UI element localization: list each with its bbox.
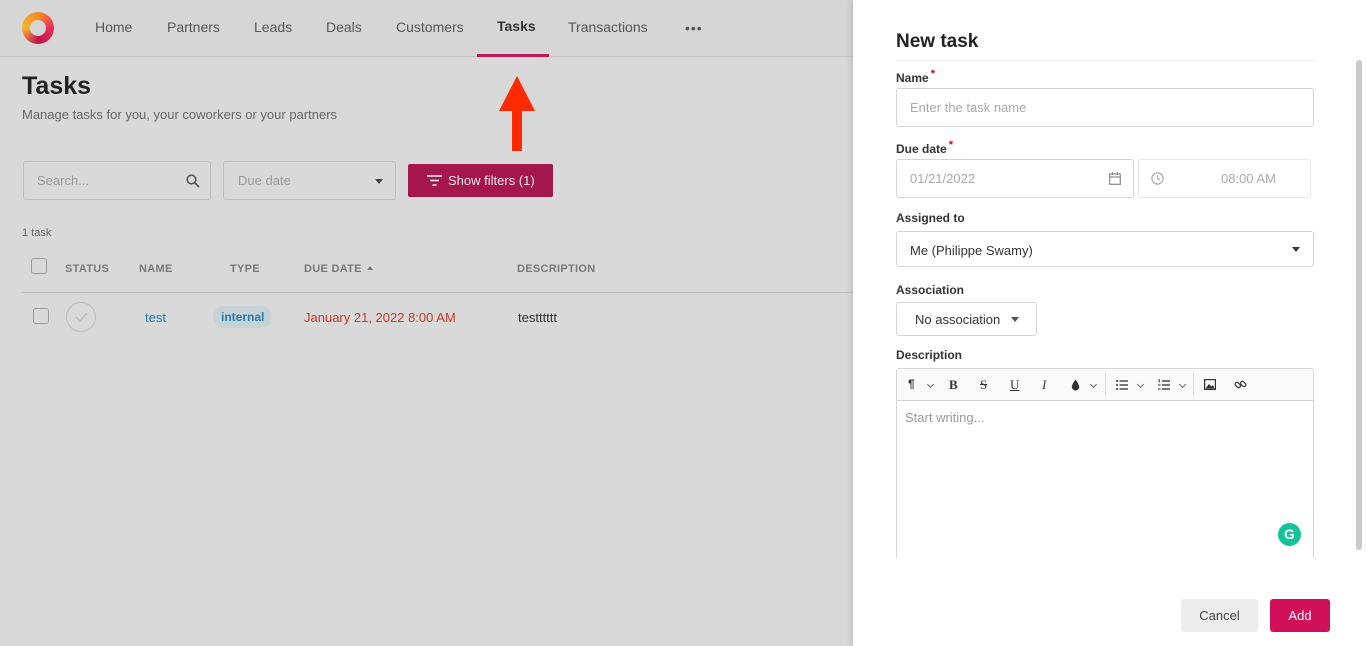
show-filters-label: Show filters (1) [448,173,535,188]
task-name-input[interactable]: Enter the task name [896,88,1314,127]
chevron-down-icon [375,179,383,184]
nav-tasks[interactable]: Tasks [497,18,536,34]
bullet-list-icon[interactable] [1116,380,1128,390]
name-label-text: Name [896,71,929,85]
column-header-status[interactable]: STATUS [65,263,109,275]
status-toggle[interactable] [66,302,96,332]
column-header-due-date[interactable]: DUE DATE [304,263,373,275]
column-header-description[interactable]: DESCRIPTION [517,263,595,275]
search-placeholder: Search... [37,173,90,188]
editor-placeholder: Start writing... [905,410,985,425]
nav-leads[interactable]: Leads [254,19,292,35]
chevron-down-icon[interactable] [1136,380,1145,389]
time-input[interactable]: 08:00 AM [1138,159,1311,198]
search-icon [186,174,200,188]
task-name-link[interactable]: test [145,310,166,325]
cancel-button[interactable]: Cancel [1181,599,1258,632]
active-tab-indicator [477,54,549,57]
italic-button[interactable]: I [1042,377,1046,393]
task-count: 1 task [22,227,52,239]
paragraph-format-button[interactable]: ¶ [908,377,915,391]
strikethrough-button[interactable]: S [980,377,987,393]
divider [896,60,1316,61]
assigned-to-select[interactable]: Me (Philippe Swamy) [896,231,1314,267]
nav-partners[interactable]: Partners [167,19,220,35]
grammarly-icon[interactable]: G [1278,523,1301,546]
text-color-icon[interactable] [1071,379,1080,391]
required-mark: * [930,68,935,80]
due-date-value: 01/21/2022 [910,171,976,186]
association-dropdown[interactable]: No association [896,302,1037,336]
calendar-icon [1109,172,1121,185]
description-label: Description [896,348,963,362]
link-icon[interactable] [1234,378,1247,391]
sort-ascending-icon [366,266,373,270]
add-button[interactable]: Add [1270,599,1330,632]
due-date-label-text: Due date [896,142,947,156]
show-filters-button[interactable]: Show filters (1) [408,164,553,197]
type-badge: internal [213,306,273,328]
description-cell: testttttt [518,310,558,325]
required-mark: * [948,139,953,151]
due-date-label: Due date * [896,139,953,156]
column-header-due-date-label: DUE DATE [304,263,362,275]
app-logo[interactable] [22,12,54,44]
due-date-cell: January 21, 2022 8:00 AM [304,310,456,325]
chevron-down-icon[interactable] [1178,380,1187,389]
description-editor[interactable]: ¶ B S U I Start writing... G [896,368,1314,558]
nav-customers[interactable]: Customers [396,19,464,35]
nav-home[interactable]: Home [95,19,132,35]
page-subtitle: Manage tasks for you, your coworkers or … [22,107,338,122]
check-icon [75,312,88,322]
chevron-down-icon [1292,247,1300,252]
image-icon[interactable] [1204,379,1216,390]
toolbar-separator [1193,373,1194,397]
time-value: 08:00 AM [1221,171,1276,186]
bold-button[interactable]: B [949,377,958,393]
more-icon[interactable]: ••• [685,20,703,36]
editor-toolbar: ¶ B S U I [897,369,1313,401]
due-date-input[interactable]: 01/21/2022 [896,159,1134,198]
toolbar-separator [1105,373,1106,397]
clock-icon [1151,172,1164,185]
due-date-select[interactable]: Due date [223,161,396,200]
association-value: No association [915,312,1001,327]
task-name-placeholder: Enter the task name [910,100,1027,115]
underline-button[interactable]: U [1010,377,1019,393]
chevron-down-icon[interactable] [1089,380,1098,389]
page-title: Tasks [22,72,92,100]
column-header-type[interactable]: TYPE [230,263,260,275]
nav-deals[interactable]: Deals [326,19,362,35]
red-arrow-annotation [499,76,535,151]
name-label: Name * [896,68,935,85]
chevron-down-icon[interactable] [926,380,935,389]
search-input[interactable]: Search... [23,161,211,200]
due-date-placeholder: Due date [238,173,291,188]
numbered-list-icon[interactable] [1158,379,1170,391]
row-checkbox[interactable] [33,308,49,324]
filter-icon [427,175,442,186]
assigned-to-label: Assigned to [896,211,965,225]
column-header-name[interactable]: NAME [139,263,173,275]
chevron-down-icon [1011,317,1019,322]
drawer-scrollbar[interactable] [1356,60,1362,550]
nav-transactions[interactable]: Transactions [568,19,648,35]
select-all-checkbox[interactable] [31,258,47,274]
assigned-to-value: Me (Philippe Swamy) [910,243,1033,258]
new-task-drawer: New task Name * Enter the task name Due d… [853,0,1366,646]
drawer-title: New task [896,31,979,52]
association-label: Association [896,283,965,297]
table-divider [22,292,854,293]
